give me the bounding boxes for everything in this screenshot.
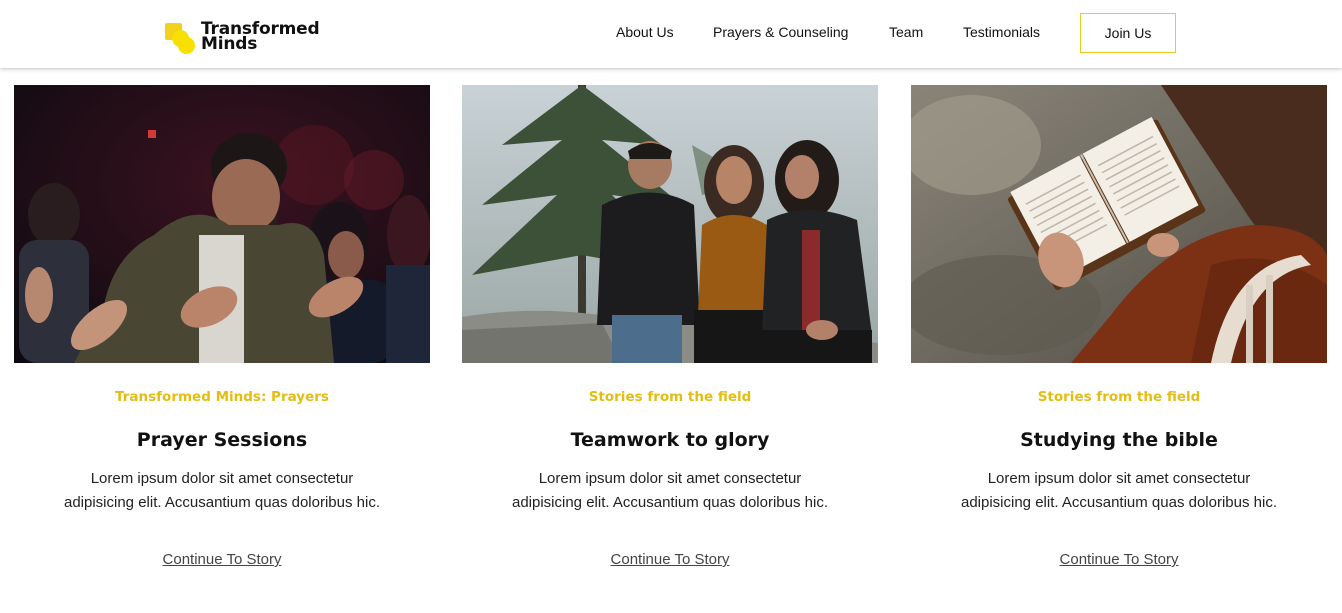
card-description: Lorem ipsum dolor sit amet consectetur a… bbox=[960, 470, 1277, 511]
friends-laughing-photo bbox=[462, 85, 878, 363]
card-description: Lorem ipsum dolor sit amet consectetur a… bbox=[511, 470, 828, 511]
card-category: Stories from the field bbox=[1037, 389, 1201, 405]
story-card-bible: Stories from the field Studying the bibl… bbox=[911, 85, 1327, 585]
brand-name-line2: Minds bbox=[201, 34, 258, 54]
card-title: Studying the bible bbox=[1020, 429, 1218, 451]
continue-to-story-link: Continue To Story bbox=[911, 551, 1327, 568]
reading-bible-photo bbox=[911, 85, 1327, 363]
nav-team[interactable]: Team bbox=[889, 24, 923, 40]
card-title: Prayer Sessions bbox=[136, 429, 308, 451]
card-category: Stories from the field bbox=[588, 389, 752, 405]
nav-testimonials[interactable]: Testimonials bbox=[963, 24, 1040, 40]
site-header: Transformed Minds About Us Prayers & Cou… bbox=[0, 0, 1342, 68]
nav-prayers-counseling[interactable]: Prayers & Counseling bbox=[713, 24, 848, 40]
worship-prayer-photo bbox=[14, 85, 430, 363]
brand-logo[interactable]: Transformed Minds bbox=[163, 20, 323, 56]
continue-to-story-link: Continue To Story bbox=[462, 551, 878, 568]
nav-about-us[interactable]: About Us bbox=[616, 24, 674, 40]
continue-to-story-link-text[interactable]: Continue To Story bbox=[163, 551, 282, 568]
continue-to-story-link-text[interactable]: Continue To Story bbox=[1060, 551, 1179, 568]
card-title: Teamwork to glory bbox=[570, 429, 770, 451]
logo-mark-icon bbox=[163, 22, 197, 56]
story-card-prayer: Transformed Minds: Prayers Prayer Sessio… bbox=[14, 85, 430, 585]
continue-to-story-link-text[interactable]: Continue To Story bbox=[611, 551, 730, 568]
join-us-button[interactable]: Join Us bbox=[1080, 13, 1176, 53]
card-description: Lorem ipsum dolor sit amet consectetur a… bbox=[63, 470, 380, 511]
story-card-teamwork: Stories from the field Teamwork to glory… bbox=[462, 85, 878, 585]
continue-to-story-link: Continue To Story bbox=[14, 551, 430, 568]
brand-name: Transformed Minds bbox=[201, 21, 331, 54]
card-category: Transformed Minds: Prayers bbox=[115, 389, 329, 405]
